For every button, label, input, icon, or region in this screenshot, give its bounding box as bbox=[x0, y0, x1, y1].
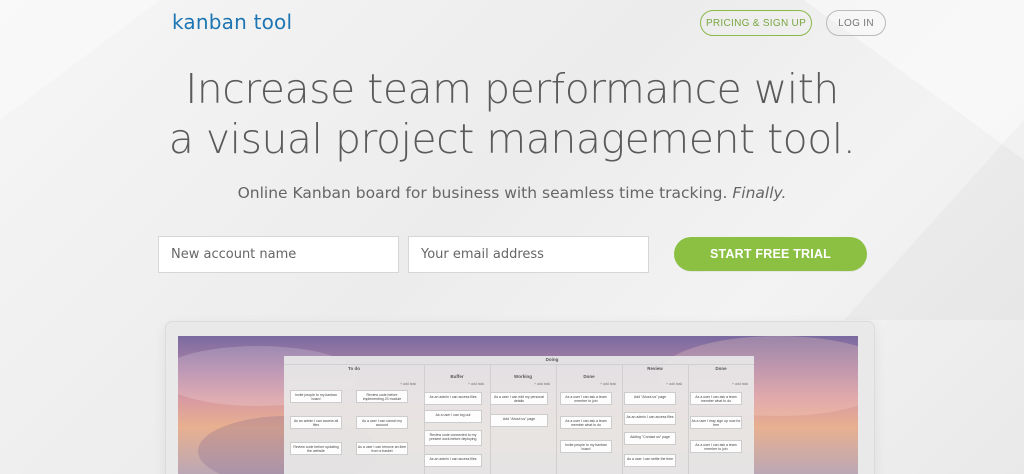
task-card[interactable]: As a user I may sign up now for free bbox=[690, 416, 742, 429]
board-column-header: Done bbox=[715, 366, 727, 371]
add-task-link[interactable]: + add task bbox=[732, 382, 748, 386]
subheading-text: Online Kanban board for business with se… bbox=[237, 184, 728, 202]
task-card[interactable]: As a user I can ask a team member to joi… bbox=[690, 440, 742, 453]
board-column-header: Working bbox=[514, 374, 532, 379]
kanbantool-logo[interactable]: kanban tool bbox=[172, 10, 292, 34]
board-column-header: Review bbox=[647, 366, 663, 371]
task-card[interactable]: As a user I can ask a team member to joi… bbox=[560, 392, 612, 405]
task-card[interactable]: As a user I can remove an item from a ba… bbox=[356, 442, 408, 455]
task-card[interactable]: As a user I can edit my personal details bbox=[490, 392, 548, 405]
board-column-header: To do bbox=[348, 366, 360, 371]
subheading-emphasis: Finally. bbox=[732, 184, 787, 202]
board-column-separator bbox=[622, 364, 623, 474]
task-card[interactable]: As a user I can log out bbox=[424, 410, 482, 423]
board-column-separator bbox=[688, 364, 689, 474]
add-task-link[interactable]: + add task bbox=[400, 382, 416, 386]
board-column-header: Done bbox=[583, 374, 595, 379]
login-button[interactable]: LOG IN bbox=[826, 10, 886, 36]
task-card[interactable]: As a user I can cancel my account bbox=[356, 416, 408, 429]
task-card[interactable]: Add "About us" page bbox=[490, 414, 548, 427]
task-card[interactable]: As an admin I can access files bbox=[424, 454, 482, 467]
task-card[interactable]: As an admin I can access files bbox=[424, 392, 482, 405]
board-column-separator bbox=[556, 364, 557, 474]
add-task-link[interactable]: + add task bbox=[666, 382, 682, 386]
start-free-trial-button[interactable]: START FREE TRIAL bbox=[674, 237, 867, 271]
task-card[interactable]: As a user I can ask a team member what t… bbox=[690, 392, 742, 405]
hero-subheading: Online Kanban board for business with se… bbox=[0, 184, 1024, 202]
add-task-link[interactable]: + add task bbox=[468, 382, 484, 386]
board-divider bbox=[284, 364, 754, 365]
account-name-input[interactable] bbox=[158, 236, 399, 273]
task-card[interactable]: As an admin I can access all files bbox=[290, 416, 342, 429]
headline-line-2: a visual project management tool. bbox=[168, 115, 856, 163]
task-card[interactable]: Review code before implementing JS modul… bbox=[356, 390, 408, 403]
kanban-board-preview: Doing To do Buffer Working Done Review D… bbox=[284, 356, 754, 474]
task-card[interactable]: As an admin I can access files bbox=[624, 412, 676, 425]
task-card[interactable]: Review code before updating the website bbox=[290, 442, 342, 455]
logo-word-tool: tool bbox=[253, 10, 293, 34]
board-group-header: Doing bbox=[545, 357, 559, 362]
task-card[interactable]: Adding "Contact us" page bbox=[624, 432, 676, 445]
email-input[interactable] bbox=[408, 236, 649, 273]
board-column-header: Buffer bbox=[450, 374, 464, 379]
top-navigation: kanban tool PRICING & SIGN UP LOG IN bbox=[0, 0, 1024, 46]
headline-line-1: Increase team performance with bbox=[185, 65, 839, 113]
hero-headline: Increase team performance with a visual … bbox=[0, 64, 1024, 164]
task-card[interactable]: As a user I can settle the time bbox=[624, 454, 676, 467]
task-card[interactable]: Invite people to my kanban board bbox=[560, 440, 612, 453]
task-card[interactable]: Add "About us" page bbox=[624, 392, 676, 405]
task-card[interactable]: Invite people to my kanban board bbox=[290, 390, 342, 403]
pricing-signup-button[interactable]: PRICING & SIGN UP bbox=[700, 10, 812, 36]
task-card[interactable]: Review code connected to my present work… bbox=[424, 430, 482, 446]
add-task-link[interactable]: + add task bbox=[534, 382, 550, 386]
add-task-link[interactable]: + add task bbox=[600, 382, 616, 386]
task-card[interactable]: As a user I can ask a team member what t… bbox=[560, 416, 612, 429]
logo-word-kanban: kanban bbox=[172, 10, 247, 34]
app-preview-screenshot: Doing To do Buffer Working Done Review D… bbox=[178, 336, 858, 474]
